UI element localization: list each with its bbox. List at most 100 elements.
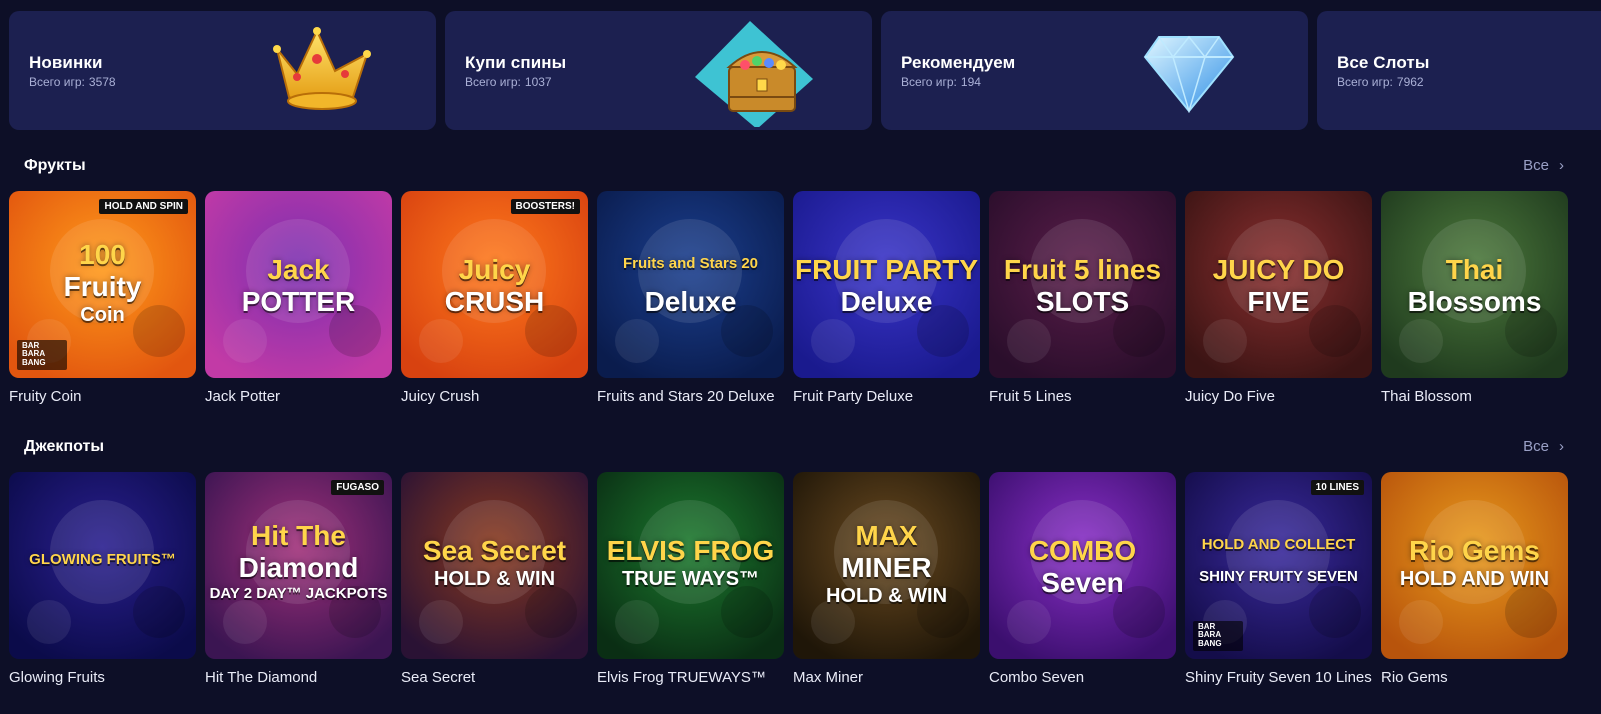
- game-logo-text: GLOWING FRUITS™: [29, 551, 176, 568]
- game-card-thai-blossom[interactable]: Thai Blossoms Thai Blossom: [1381, 191, 1568, 405]
- game-card-fruit-5-lines[interactable]: Fruit 5 lines SLOTS Fruit 5 Lines: [989, 191, 1176, 405]
- games-row-fruits: 100 Fruity Coin HOLD AND SPIN BAR BARA BANG F…: [9, 191, 1568, 405]
- category-count: Всего игр: 3578: [29, 75, 116, 89]
- game-thumbnail[interactable]: COMBO Seven: [989, 472, 1176, 659]
- game-logo-text: Fruity: [63, 271, 142, 302]
- category-count: Всего игр: 7962: [1337, 75, 1424, 89]
- game-thumbnail[interactable]: GLOWING FRUITS™: [9, 472, 196, 659]
- game-card-rio-gems[interactable]: Rio Gems HOLD AND WIN Rio Gems: [1381, 472, 1568, 686]
- provider-logo: BAR BARA BANG: [1193, 620, 1243, 651]
- game-card-hit-the-diamond[interactable]: Hit The Diamond DAY 2 DAY™ JACKPOTS FUGASO H…: [205, 472, 392, 686]
- chevron-right-icon: ›: [1559, 438, 1564, 455]
- game-card-glowing-fruits[interactable]: GLOWING FRUITS™ Glowing Fruits: [9, 472, 196, 686]
- game-card-shiny-fruity-seven-10-lines[interactable]: HOLD AND COLLECT SHINY FRUITY SEVEN 10 LIN…: [1185, 472, 1372, 686]
- game-logo-text: Juicy: [458, 254, 531, 285]
- game-title: Elvis Frog TRUEWAYS™: [597, 669, 766, 686]
- game-title: Shiny Fruity Seven 10 Lines: [1185, 669, 1372, 686]
- game-title: Sea Secret: [401, 669, 476, 686]
- category-card-recommended[interactable]: Рекомендуем Всего игр: 194: [881, 11, 1308, 130]
- game-title: Fruit Party Deluxe: [793, 388, 914, 405]
- category-card-new[interactable]: Новинки Всего игр: 3578: [9, 11, 436, 130]
- game-title: Thai Blossom: [1381, 388, 1472, 405]
- game-title: Combo Seven: [989, 669, 1085, 686]
- game-logo-text: Blossoms: [1407, 286, 1542, 317]
- game-card-sea-secret[interactable]: Sea Secret HOLD & WIN Sea Secret: [401, 472, 588, 686]
- game-thumbnail[interactable]: Rio Gems HOLD AND WIN: [1381, 472, 1568, 659]
- game-title: Juicy Do Five: [1185, 388, 1276, 405]
- section-header-jackpots: Джекпоты Все ›: [24, 438, 1574, 462]
- game-title: Glowing Fruits: [9, 669, 105, 686]
- category-title: Рекомендуем: [901, 53, 1016, 72]
- game-logo-text: MAX: [855, 520, 918, 551]
- game-thumbnail[interactable]: JUICY DO FIVE: [1185, 191, 1372, 378]
- game-card-max-miner[interactable]: MAX MINER HOLD & WIN Max Miner: [793, 472, 980, 686]
- game-logo-text: Coin: [80, 304, 125, 326]
- game-thumbnail[interactable]: Sea Secret HOLD & WIN: [401, 472, 588, 659]
- game-logo-text: Seven: [1041, 567, 1124, 598]
- game-logo-text: TRUE WAYS™: [621, 568, 760, 590]
- game-thumbnail[interactable]: Juicy CRUSH BOOSTERS!: [401, 191, 588, 378]
- game-thumbnail[interactable]: 100 Fruity Coin HOLD AND SPIN BAR BARA BANG: [9, 191, 196, 378]
- category-count: Всего игр: 1037: [465, 75, 552, 89]
- game-thumbnail[interactable]: ELVIS FROG TRUE WAYS™: [597, 472, 784, 659]
- see-all-link[interactable]: Все ›: [1523, 438, 1564, 455]
- section-header-fruits: Фрукты Все ›: [24, 157, 1574, 181]
- game-logo-text: Thai: [1445, 254, 1504, 285]
- game-logo-text: HOLD AND WIN: [1399, 568, 1550, 590]
- game-logo-text: Sea Secret: [422, 535, 567, 566]
- game-badge: HOLD AND SPIN: [99, 199, 188, 214]
- game-logo-text: CRUSH: [444, 286, 545, 317]
- section-title: Джекпоты: [24, 438, 104, 455]
- game-card-juicy-do-five[interactable]: JUICY DO FIVE Juicy Do Five: [1185, 191, 1372, 405]
- see-all-link[interactable]: Все ›: [1523, 157, 1564, 174]
- game-badge: FUGASO: [331, 480, 384, 495]
- game-thumbnail[interactable]: Thai Blossoms: [1381, 191, 1568, 378]
- game-logo-text: Fruits and Stars 20: [622, 255, 759, 272]
- category-title: Все Слоты: [1337, 53, 1430, 72]
- game-logo-text: SLOTS: [1035, 286, 1130, 317]
- treasure-chest-icon: [695, 21, 813, 127]
- game-title: Fruity Coin: [9, 388, 82, 405]
- provider-logo: BAR BARA BANG: [17, 339, 67, 370]
- game-card-fruits-and-stars-20-deluxe[interactable]: Fruits and Stars 20 Deluxe Fruits and Star…: [597, 191, 784, 405]
- game-logo-text: JUICY DO: [1212, 254, 1345, 285]
- game-logo-text: HOLD & WIN: [825, 585, 948, 607]
- game-logo-text: SHINY FRUITY SEVEN: [1199, 568, 1358, 585]
- category-card-buy-spins[interactable]: Купи спины Всего игр: 1037: [445, 11, 872, 130]
- game-logo-text: Jack: [267, 254, 330, 285]
- game-card-fruity-coin[interactable]: 100 Fruity Coin HOLD AND SPIN BAR BARA BANG F…: [9, 191, 196, 405]
- game-title: Fruits and Stars 20 Deluxe: [597, 388, 775, 405]
- category-title: Новинки: [29, 53, 103, 72]
- game-logo-text: Hit The: [251, 520, 346, 551]
- game-card-fruit-party-deluxe[interactable]: FRUIT PARTY Deluxe Fruit Party Deluxe: [793, 191, 980, 405]
- game-badge: 10 LINES: [1310, 480, 1364, 495]
- game-card-combo-seven[interactable]: COMBO Seven Combo Seven: [989, 472, 1176, 686]
- game-thumbnail[interactable]: Fruits and Stars 20 Deluxe: [597, 191, 784, 378]
- game-logo-text: MINER: [841, 552, 932, 583]
- game-title: Hit The Diamond: [205, 669, 318, 686]
- game-badge: BOOSTERS!: [510, 199, 580, 214]
- crown-icon: [273, 27, 371, 110]
- game-logo-text: COMBO: [1028, 535, 1137, 566]
- game-art-shape: [615, 219, 773, 363]
- game-thumbnail[interactable]: Hit The Diamond DAY 2 DAY™ JACKPOTS FUGASO: [205, 472, 392, 659]
- game-thumbnail[interactable]: MAX MINER HOLD & WIN: [793, 472, 980, 659]
- game-thumbnail[interactable]: Jack POTTER: [205, 191, 392, 378]
- category-cards: Новинки Всего игр: 3578 Купи спины Всего …: [9, 11, 1601, 130]
- game-logo-text: Rio Gems: [1409, 535, 1540, 566]
- diamond-icon: [1143, 35, 1235, 113]
- category-count: Всего игр: 194: [901, 75, 981, 89]
- game-thumbnail[interactable]: Fruit 5 lines SLOTS: [989, 191, 1176, 378]
- game-logo-text: HOLD AND COLLECT: [1201, 536, 1356, 553]
- game-title: Jack Potter: [205, 388, 281, 405]
- game-logo-text: 100: [79, 239, 126, 270]
- category-card-all-slots[interactable]: Все Слоты Всего игр: 7962: [1317, 11, 1601, 130]
- game-thumbnail[interactable]: FRUIT PARTY Deluxe: [793, 191, 980, 378]
- game-card-elvis-frog-trueways[interactable]: ELVIS FROG TRUE WAYS™ Elvis Frog TRUEWAYS™: [597, 472, 784, 686]
- game-card-juicy-crush[interactable]: Juicy CRUSH BOOSTERS! Juicy Crush: [401, 191, 588, 405]
- game-title: Juicy Crush: [401, 388, 480, 405]
- game-thumbnail[interactable]: HOLD AND COLLECT SHINY FRUITY SEVEN 10 LIN…: [1185, 472, 1372, 659]
- chevron-right-icon: ›: [1559, 157, 1564, 174]
- game-card-jack-potter[interactable]: Jack POTTER Jack Potter: [205, 191, 392, 405]
- game-logo-text: Deluxe: [840, 286, 933, 317]
